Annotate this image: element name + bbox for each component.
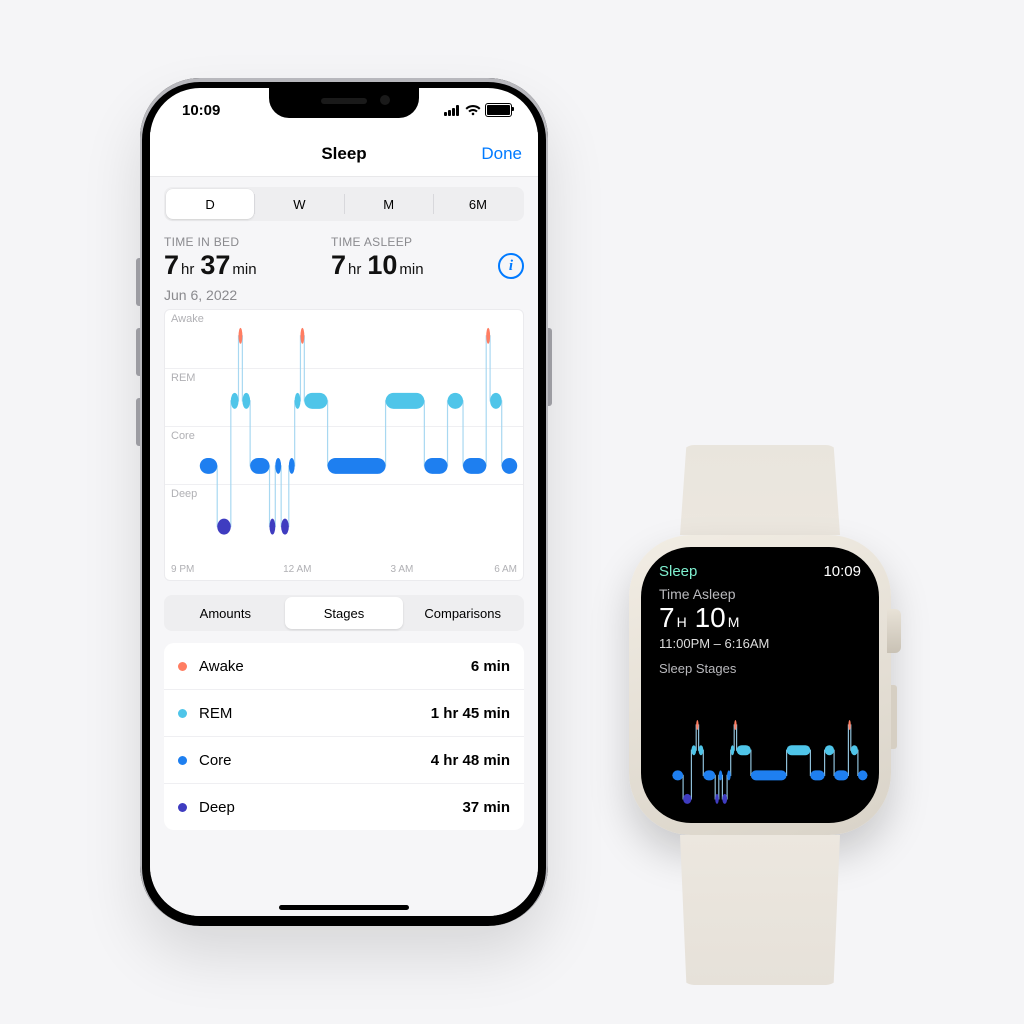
stage-dot-icon bbox=[178, 662, 187, 671]
stage-row[interactable]: Core 4 hr 48 min bbox=[164, 737, 524, 784]
iphone-device: 10:09 Sleep Done D W bbox=[140, 78, 548, 926]
stage-name: Awake bbox=[199, 658, 471, 675]
apple-watch-device: Sleep 10:09 Time Asleep 7H 10M 11:00PM –… bbox=[625, 445, 895, 985]
view-tab-stages[interactable]: Stages bbox=[285, 597, 404, 629]
chart-x-axis: 9 PM 12 AM 3 AM 6 AM bbox=[165, 564, 523, 578]
watch-time: 10:09 bbox=[823, 563, 861, 580]
hypnogram-svg bbox=[165, 310, 523, 579]
home-indicator[interactable] bbox=[279, 905, 409, 910]
time-in-bed: TIME IN BED 7 hr 37 min bbox=[164, 235, 331, 281]
watch-asleep-label: Time Asleep bbox=[659, 586, 861, 602]
watch-hypnogram bbox=[651, 717, 871, 815]
sleep-stages-chart[interactable]: Awake REM Core Deep 9 PM 12 AM 3 AM 6 AM bbox=[164, 309, 524, 581]
stage-dot-icon bbox=[178, 756, 187, 765]
notch bbox=[269, 88, 419, 118]
stage-dot-icon bbox=[178, 803, 187, 812]
side-button[interactable] bbox=[891, 685, 897, 749]
stage-row[interactable]: Awake 6 min bbox=[164, 643, 524, 690]
view-tab-amounts[interactable]: Amounts bbox=[166, 597, 285, 629]
digital-crown[interactable] bbox=[887, 609, 901, 653]
stage-duration: 4 hr 48 min bbox=[431, 752, 510, 769]
stage-name: Core bbox=[199, 752, 431, 769]
watch-app-title: Sleep bbox=[659, 563, 697, 580]
done-button[interactable]: Done bbox=[481, 144, 522, 164]
view-segmented-control[interactable]: Amounts Stages Comparisons bbox=[164, 595, 524, 631]
nav-bar: Sleep Done bbox=[150, 132, 538, 177]
range-tab-month[interactable]: M bbox=[345, 189, 433, 219]
stage-duration: 6 min bbox=[471, 658, 510, 675]
stage-name: REM bbox=[199, 705, 431, 722]
watch-band-bottom bbox=[680, 835, 840, 985]
battery-icon bbox=[485, 103, 512, 117]
stage-list: Awake 6 min REM 1 hr 45 min Core 4 hr 48… bbox=[164, 643, 524, 830]
status-time: 10:09 bbox=[182, 102, 220, 119]
range-segmented-control[interactable]: D W M 6M bbox=[164, 187, 524, 221]
stage-row[interactable]: REM 1 hr 45 min bbox=[164, 690, 524, 737]
chart-date: Jun 6, 2022 bbox=[164, 287, 524, 303]
wifi-icon bbox=[465, 104, 481, 116]
watch-asleep-value: 7H 10M bbox=[659, 602, 861, 634]
info-icon[interactable]: i bbox=[498, 253, 524, 279]
stage-duration: 37 min bbox=[462, 799, 510, 816]
stage-duration: 1 hr 45 min bbox=[431, 705, 510, 722]
page-title: Sleep bbox=[321, 144, 366, 164]
stage-dot-icon bbox=[178, 709, 187, 718]
range-tab-6month[interactable]: 6M bbox=[434, 189, 522, 219]
watch-band-top bbox=[680, 445, 840, 535]
watch-stages-label: Sleep Stages bbox=[659, 661, 861, 676]
cellular-icon bbox=[444, 104, 461, 116]
stage-row[interactable]: Deep 37 min bbox=[164, 784, 524, 830]
range-tab-day[interactable]: D bbox=[166, 189, 254, 219]
range-tab-week[interactable]: W bbox=[255, 189, 343, 219]
watch-time-range: 11:00PM – 6:16AM bbox=[659, 636, 861, 651]
view-tab-comparisons[interactable]: Comparisons bbox=[403, 597, 522, 629]
time-asleep: TIME ASLEEP 7 hr 10 min bbox=[331, 235, 498, 281]
stage-name: Deep bbox=[199, 799, 462, 816]
